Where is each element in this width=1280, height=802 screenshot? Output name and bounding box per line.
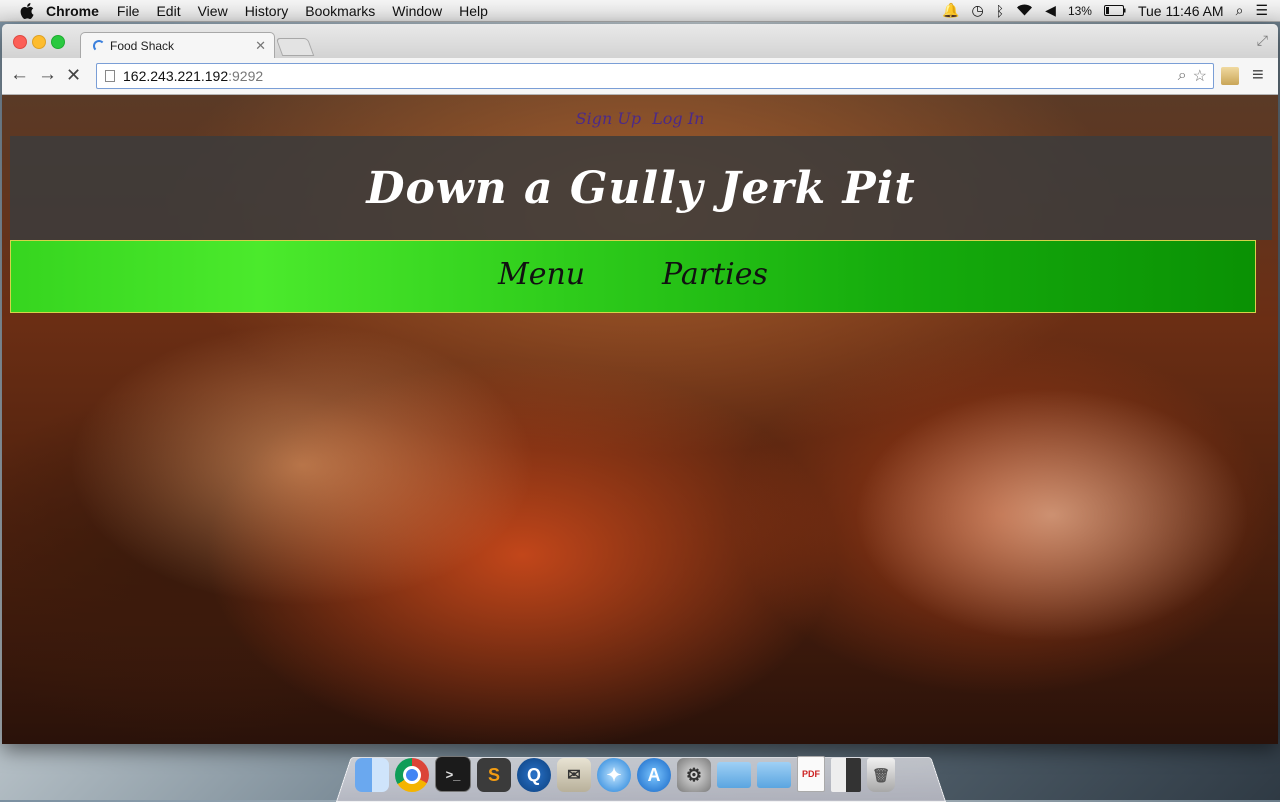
page-icon [105,70,115,82]
site-title: Down a Gully Jerk Pit [366,162,916,214]
browser-window: Food Shack ✕ ⤢ ← → ✕ 162.243.221.192 :92… [2,24,1278,744]
finder-icon[interactable] [355,758,389,792]
bookmark-star-icon[interactable]: ☆ [1193,66,1207,86]
bluetooth-icon[interactable]: ᛒ [996,3,1004,19]
menu-bar: Chrome File Edit View History Bookmarks … [0,0,1280,22]
page-viewport: Sign Up Log In Down a Gully Jerk Pit Men… [2,95,1278,744]
sublime-text-icon[interactable]: S [477,758,511,792]
volume-icon[interactable]: ◀ [1045,2,1056,19]
apple-icon[interactable] [18,2,36,20]
log-in-link[interactable]: Log In [652,109,704,128]
address-bar[interactable]: 162.243.221.192 :9292 ⌕ ☆ [96,63,1214,89]
new-tab-button[interactable] [275,38,315,56]
nav-parties-link[interactable]: Parties [662,257,768,292]
quicktime-icon[interactable]: Q [517,758,551,792]
applications-folder-icon[interactable] [717,762,751,788]
extension-icon[interactable] [1221,67,1239,85]
dock-icons: >_ S Q ✉ ✦ A ⚙ PDF 🗑 [355,752,895,792]
browser-toolbar: ← → ✕ 162.243.221.192 :9292 ⌕ ☆ ≡ [2,58,1278,95]
tab-title: Food Shack [110,39,175,53]
mail-icon[interactable]: ✉ [557,758,591,792]
trash-icon[interactable]: 🗑 [867,758,895,792]
app-name[interactable]: Chrome [46,3,99,19]
window-zoom-button[interactable] [51,35,65,49]
menu-view[interactable]: View [198,3,228,19]
system-preferences-icon[interactable]: ⚙ [677,758,711,792]
site-header: Down a Gully Jerk Pit [10,136,1272,240]
nav-menu-link[interactable]: Menu [498,257,585,292]
terminal-icon[interactable]: >_ [435,756,471,792]
loading-spinner-icon [93,40,105,52]
notification-icon[interactable]: 🔔 [942,2,959,19]
auth-links: Sign Up Log In [2,109,1278,128]
notification-center-icon[interactable]: ☰ [1255,2,1268,19]
document-icon[interactable] [831,758,861,792]
window-close-button[interactable] [13,35,27,49]
chrome-icon[interactable] [395,758,429,792]
menu-edit[interactable]: Edit [156,3,180,19]
back-arrow-icon[interactable]: ← [10,65,29,85]
forward-arrow-icon[interactable]: → [38,65,57,85]
pdf-document-icon[interactable]: PDF [797,756,825,792]
site-nav: Menu Parties [10,240,1256,313]
safari-icon[interactable]: ✦ [597,758,631,792]
wifi-icon[interactable] [1016,3,1033,19]
tab-close-icon[interactable]: ✕ [255,38,266,54]
status-area: 🔔 ◷ ᛒ ◀ 13% Tue 11:46 AM ⌕ ☰ [942,2,1280,19]
spotlight-icon[interactable]: ⌕ [1236,2,1244,19]
menu-window[interactable]: Window [392,3,442,19]
url-port: :9292 [228,68,264,84]
time-machine-icon[interactable]: ◷ [972,2,984,19]
menu-history[interactable]: History [245,3,289,19]
sign-up-link[interactable]: Sign Up [576,109,641,128]
window-minimize-button[interactable] [32,35,46,49]
menu-file[interactable]: File [117,3,140,19]
menu-help[interactable]: Help [459,3,488,19]
tab-food-shack[interactable]: Food Shack ✕ [80,32,275,59]
menu-bookmarks[interactable]: Bookmarks [305,3,375,19]
url-host: 162.243.221.192 [123,68,229,84]
battery-percent[interactable]: 13% [1068,4,1092,18]
documents-folder-icon[interactable] [757,762,791,788]
clock[interactable]: Tue 11:46 AM [1138,3,1224,19]
zoom-icon[interactable]: ⌕ [1178,67,1187,85]
fullscreen-icon[interactable]: ⤢ [1257,32,1268,49]
stop-loading-icon[interactable]: ✕ [66,65,81,85]
tab-strip: Food Shack ✕ ⤢ [2,24,1278,59]
app-store-icon[interactable]: A [637,758,671,792]
chrome-menu-icon[interactable]: ≡ [1252,64,1264,87]
battery-icon[interactable] [1103,3,1126,19]
